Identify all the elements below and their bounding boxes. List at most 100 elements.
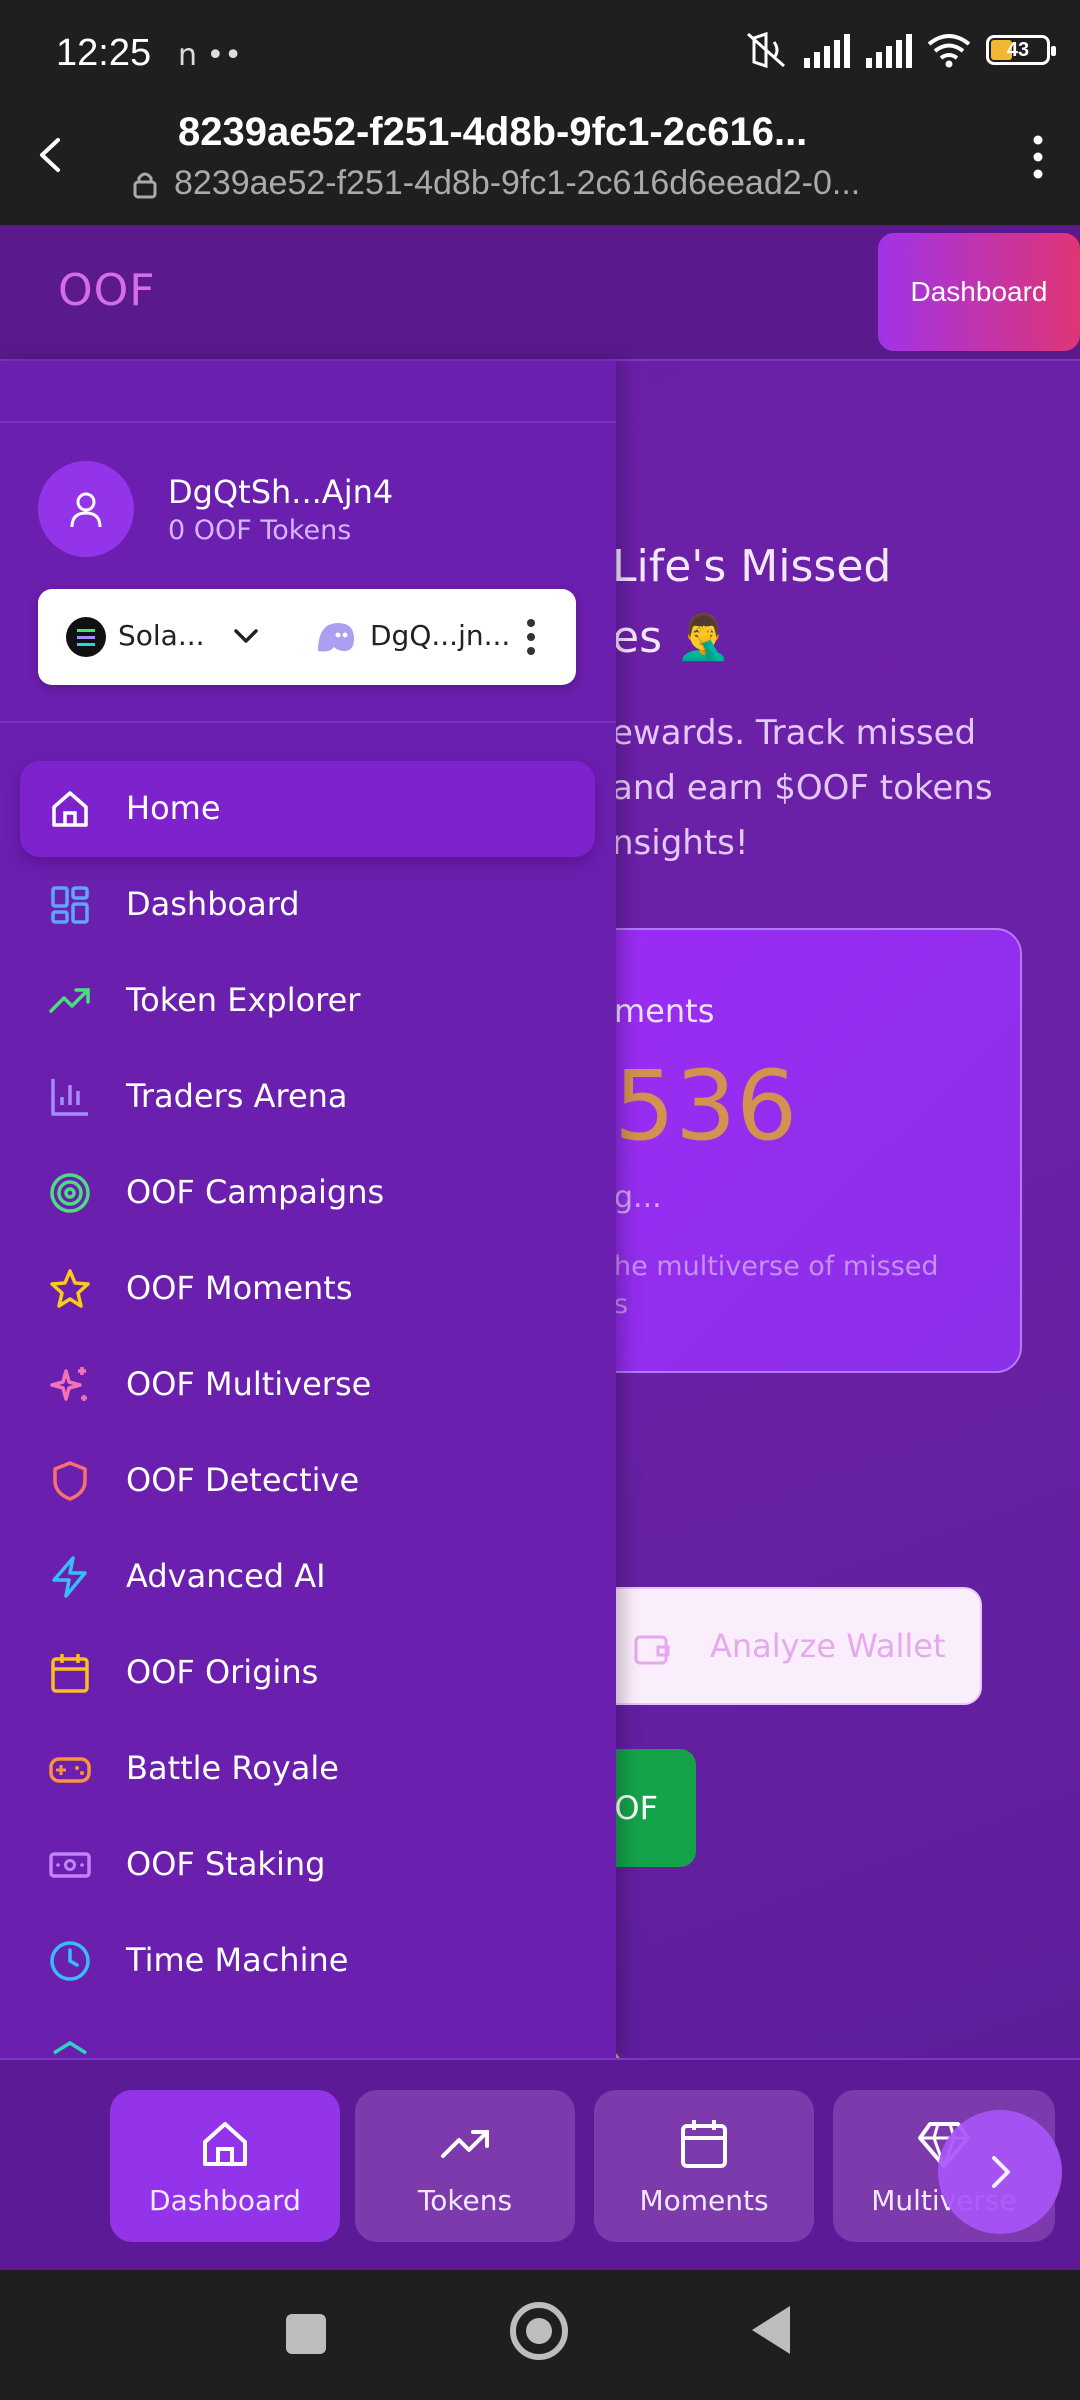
sidebar-item-label: Time Machine bbox=[126, 1941, 349, 1979]
bottom-nav-moments[interactable]: Moments bbox=[594, 2090, 814, 2242]
battery-level: 43 bbox=[1006, 38, 1030, 61]
stat-loading: g... bbox=[614, 1180, 662, 1215]
bottom-nav-label: Moments bbox=[639, 2183, 769, 2217]
sidebar-item-advanced-ai[interactable]: Advanced AI bbox=[20, 1529, 595, 1625]
gamepad-icon bbox=[49, 1757, 91, 1783]
sidebar-item-oof-campaigns[interactable]: OOF Campaigns bbox=[20, 1145, 595, 1241]
sidebar-item-label: Token Explorer bbox=[126, 981, 361, 1019]
home-icon bbox=[52, 791, 88, 827]
sidebar-item-label: OOF Staking bbox=[126, 1845, 326, 1883]
user-icon bbox=[70, 492, 102, 528]
sidebar-item-time-machine[interactable]: Time Machine bbox=[20, 1913, 595, 2009]
sidebar-item-home[interactable]: Home bbox=[20, 761, 595, 857]
chevron-right-icon bbox=[992, 2156, 1010, 2188]
sidebar-item-token-explorer[interactable]: Token Explorer bbox=[20, 953, 595, 1049]
user-token-balance: 0 OOF Tokens bbox=[168, 514, 352, 546]
trending-up-icon bbox=[49, 988, 90, 1013]
mute-vibrate-icon bbox=[747, 31, 785, 69]
network-name: Sola... bbox=[118, 619, 205, 652]
address-bar[interactable]: 8239ae52-f251-4d8b-9fc1-2c616d6eead2-0..… bbox=[132, 164, 860, 203]
system-back-button[interactable] bbox=[752, 2306, 790, 2354]
sidebar-item-label: OOF Moments bbox=[126, 1269, 353, 1307]
sidebar-item-label: Home bbox=[126, 789, 221, 827]
battery-indicator: 43 bbox=[986, 35, 1056, 65]
app-viewport: OOF Dashboard Life's Missed es 🤦‍♂️ ewar… bbox=[0, 225, 1080, 2270]
zap-icon bbox=[52, 1556, 87, 1598]
user-name: DgQtSh...Ajn4 bbox=[168, 472, 394, 511]
bottom-nav-scroll-button[interactable] bbox=[938, 2110, 1062, 2234]
hero-subtitle: ewards. Track missed and earn $OOF token… bbox=[612, 706, 993, 871]
bottom-nav-dashboard[interactable]: Dashboard bbox=[110, 2090, 340, 2242]
sidebar-item-oof-moments[interactable]: OOF Moments bbox=[20, 1241, 595, 1337]
solana-icon bbox=[66, 617, 106, 657]
header-dashboard-button[interactable]: Dashboard bbox=[878, 233, 1080, 351]
hero-subtitle-line: nsights! bbox=[612, 823, 749, 863]
shield-icon bbox=[53, 1461, 87, 1501]
wifi-icon bbox=[927, 34, 971, 68]
home-button[interactable] bbox=[510, 2302, 568, 2360]
stat-description-line: s bbox=[614, 1289, 629, 1320]
sidebar-item-partial[interactable] bbox=[20, 2009, 595, 2058]
hero-heading-line2: es 🤦‍♂️ bbox=[612, 612, 731, 663]
app-logo[interactable]: OOF bbox=[58, 265, 156, 316]
browser-toolbar: 8239ae52-f251-4d8b-9fc1-2c616... 8239ae5… bbox=[0, 110, 1080, 225]
calendar-icon bbox=[51, 1654, 89, 1693]
status-bar: 12:25 n •• 43 bbox=[0, 0, 1080, 110]
target-icon bbox=[50, 1173, 90, 1213]
bottom-nav-tokens[interactable]: Tokens bbox=[355, 2090, 575, 2242]
recents-button[interactable] bbox=[286, 2314, 326, 2354]
sidebar-item-oof-multiverse[interactable]: OOF Multiverse bbox=[20, 1337, 595, 1433]
sidebar-nav: Home Dashboard Token Explorer Traders Ar… bbox=[20, 761, 595, 2058]
lock-icon bbox=[133, 172, 157, 198]
status-time: 12:25 bbox=[56, 32, 152, 74]
sidebar-item-battle-royale[interactable]: Battle Royale bbox=[20, 1721, 595, 1817]
sidebar-item-label: OOF Origins bbox=[126, 1653, 319, 1691]
sidebar-item-traders-arena[interactable]: Traders Arena bbox=[20, 1049, 595, 1145]
hero-subtitle-line: and earn $OOF tokens bbox=[612, 768, 993, 808]
trending-up-icon bbox=[441, 2129, 489, 2158]
moments-stat-card: ments 536 g... he multiverse of missed s bbox=[560, 928, 1022, 1373]
divider bbox=[0, 721, 616, 723]
wallet-menu-icon[interactable] bbox=[516, 613, 546, 661]
system-icons: 43 bbox=[744, 30, 1056, 70]
stat-label: ments bbox=[614, 992, 715, 1030]
signal-icon-2 bbox=[866, 34, 912, 68]
clock-icon bbox=[50, 1941, 90, 1981]
stat-value: 536 bbox=[614, 1050, 798, 1162]
hero-heading-line1: Life's Missed bbox=[612, 541, 892, 592]
sidebar-drawer: DgQtSh...Ajn4 0 OOF Tokens Sola... DgQ..… bbox=[0, 361, 616, 2058]
analyze-wallet-button[interactable]: Analyze Wallet bbox=[560, 1587, 982, 1705]
sidebar-item-oof-staking[interactable]: OOF Staking bbox=[20, 1817, 595, 1913]
bottom-nav-label: Tokens bbox=[417, 2183, 513, 2217]
sidebar-item-label: Battle Royale bbox=[126, 1749, 339, 1787]
grid-icon bbox=[51, 886, 89, 924]
sidebar-item-label: Advanced AI bbox=[126, 1557, 326, 1595]
hero-subtitle-line: ewards. Track missed bbox=[612, 713, 977, 753]
wallet-icon bbox=[634, 1635, 670, 1665]
bar-chart-icon bbox=[51, 1079, 88, 1116]
sidebar-item-label: Dashboard bbox=[126, 885, 300, 923]
notification-icons: n •• bbox=[178, 38, 242, 73]
phantom-wallet-icon bbox=[318, 623, 354, 652]
sidebar-item-oof-detective[interactable]: OOF Detective bbox=[20, 1433, 595, 1529]
bottom-nav-label: Dashboard bbox=[149, 2183, 301, 2217]
page-title: 8239ae52-f251-4d8b-9fc1-2c616... bbox=[178, 110, 808, 154]
user-profile[interactable]: DgQtSh...Ajn4 0 OOF Tokens bbox=[38, 461, 393, 557]
sidebar-item-label: OOF Campaigns bbox=[126, 1173, 385, 1211]
sidebar-item-oof-origins[interactable]: OOF Origins bbox=[20, 1625, 595, 1721]
back-arrow-icon[interactable] bbox=[26, 130, 76, 180]
signal-icon bbox=[804, 34, 850, 68]
bottom-navigation: Dashboard Tokens Moments Multiverse bbox=[0, 2058, 1080, 2270]
stat-description-line: he multiverse of missed bbox=[614, 1251, 939, 1282]
star-icon bbox=[50, 1269, 90, 1308]
divider bbox=[0, 421, 616, 423]
analyze-wallet-label: Analyze Wallet bbox=[710, 1627, 946, 1665]
calendar-icon bbox=[681, 2119, 727, 2168]
home-icon bbox=[203, 2121, 247, 2166]
partial-icon bbox=[53, 2040, 87, 2055]
wallet-selector[interactable]: Sola... DgQ...jn... bbox=[38, 589, 576, 685]
sidebar-item-label: OOF Detective bbox=[126, 1461, 360, 1499]
more-vertical-icon[interactable] bbox=[1018, 132, 1058, 182]
chevron-down-icon[interactable] bbox=[226, 617, 266, 657]
sidebar-item-dashboard[interactable]: Dashboard bbox=[20, 857, 595, 953]
